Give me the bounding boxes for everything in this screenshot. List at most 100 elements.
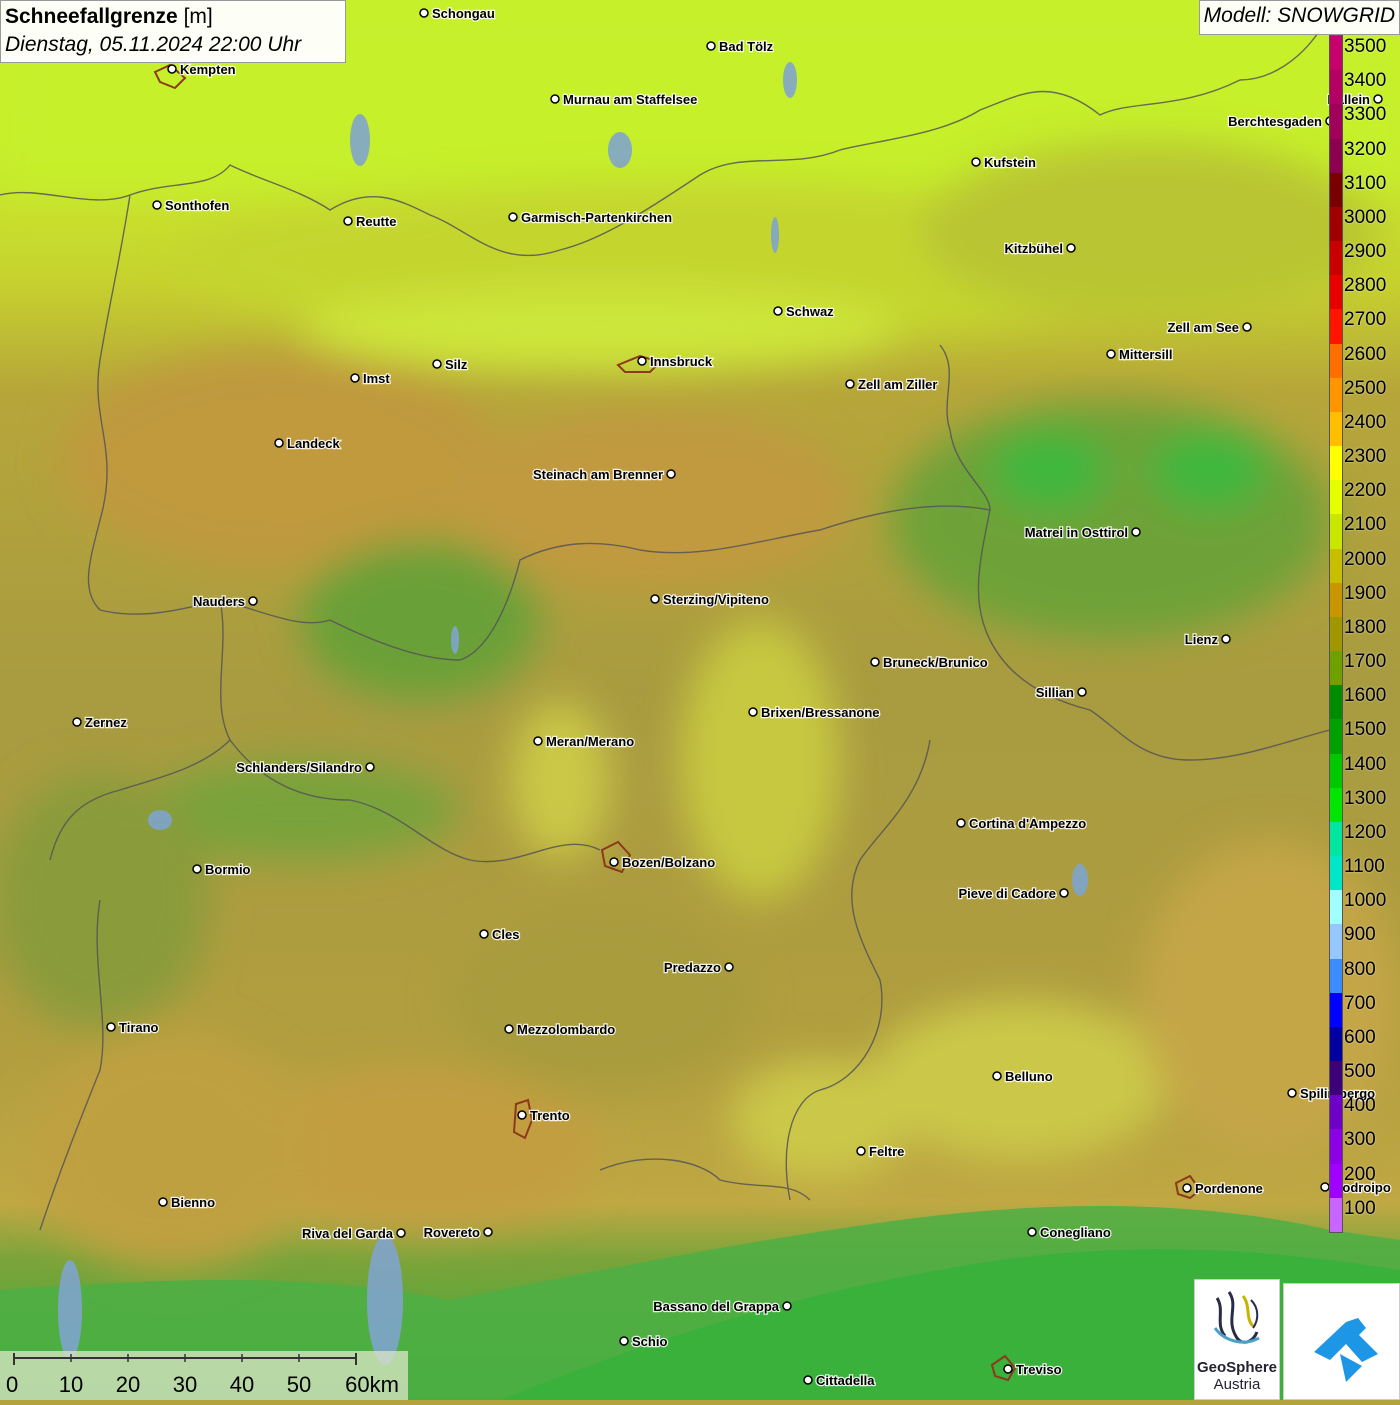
legend-swatch-1900	[1330, 582, 1342, 618]
legend-label-2200: 2200	[1344, 480, 1387, 502]
city-bozen-bolzano[interactable]: Bozen/Bolzano	[609, 854, 716, 871]
legend-label-3500: 3500	[1344, 36, 1387, 57]
legend-swatch-2900	[1330, 241, 1342, 276]
city-matrei-in-osttirol[interactable]: Matrei in Osttirol	[1023, 524, 1141, 541]
legend-swatch-3000	[1330, 206, 1342, 242]
snowfall-map[interactable]: Schongau Kempten Bad Tölz Murnau am Staffel…	[0, 0, 1400, 1400]
city-dot-icon	[343, 216, 353, 226]
legend-swatch-2600	[1330, 343, 1342, 379]
legend-label-200: 200	[1344, 1163, 1376, 1185]
city-dot-icon	[1003, 1364, 1013, 1374]
city-dot-icon	[803, 1375, 813, 1385]
legend-label-600: 600	[1344, 1026, 1376, 1048]
legend-swatch-3200	[1330, 138, 1342, 174]
city-pordenone[interactable]: Pordenone	[1182, 1180, 1264, 1197]
city-label: Tirano	[119, 1020, 159, 1035]
city-sterzing-vipiteno[interactable]: Sterzing/Vipiteno	[650, 591, 770, 608]
city-label: Innsbruck	[650, 354, 713, 369]
snowgrid-app-logo[interactable]	[1283, 1283, 1400, 1400]
legend-label-2500: 2500	[1344, 377, 1387, 399]
geosphere-austria-logo[interactable]: GeoSphere Austria	[1194, 1279, 1280, 1400]
legend-swatch-1700	[1330, 651, 1342, 686]
city-steinach-am-brenner[interactable]: Steinach am Brenner	[532, 466, 676, 483]
city-label: Steinach am Brenner	[533, 467, 663, 482]
legend-label-2400: 2400	[1344, 411, 1387, 433]
city-dot-icon	[396, 1228, 406, 1238]
city-dot-icon	[1059, 888, 1069, 898]
city-dot-icon	[248, 596, 258, 606]
city-dot-icon	[971, 157, 981, 167]
city-murnau-am-staffelsee[interactable]: Murnau am Staffelsee	[550, 91, 699, 108]
city-sonthofen[interactable]: Sonthofen	[152, 197, 231, 214]
color-legend-bar	[1329, 35, 1343, 1233]
city-pieve-di-cadore[interactable]: Pieve di Cadore	[957, 885, 1069, 902]
city-label: Trento	[530, 1108, 570, 1123]
legend-label-3200: 3200	[1344, 138, 1387, 160]
legend-label-1300: 1300	[1344, 787, 1387, 809]
legend-label-1900: 1900	[1344, 582, 1387, 604]
city-label: Bassano del Grappa	[653, 1299, 779, 1314]
city-dot-icon	[479, 929, 489, 939]
city-label: Pieve di Cadore	[958, 886, 1056, 901]
city-innsbruck[interactable]: Innsbruck	[637, 353, 714, 370]
city-conegliano[interactable]: Conegliano	[1027, 1224, 1112, 1241]
legend-label-1700: 1700	[1344, 651, 1387, 673]
city-dot-icon	[782, 1301, 792, 1311]
legend-swatch-400	[1330, 1095, 1342, 1130]
legend-swatch-2200	[1330, 480, 1342, 515]
legend-swatch-1000	[1330, 890, 1342, 925]
legend-label-2700: 2700	[1344, 309, 1387, 331]
legend-label-900: 900	[1344, 924, 1376, 946]
legend-label-2600: 2600	[1344, 343, 1387, 365]
city-meran-merano[interactable]: Meran/Merano	[533, 733, 635, 750]
city-dot-icon	[609, 857, 619, 867]
city-dot-icon	[1242, 322, 1252, 332]
legend-label-2800: 2800	[1344, 275, 1387, 297]
city-label: Garmisch-Partenkirchen	[521, 210, 672, 225]
city-dot-icon	[992, 1071, 1002, 1081]
city-dot-icon	[72, 717, 82, 727]
city-zell-am-ziller[interactable]: Zell am Ziller	[845, 376, 939, 393]
city-dot-icon	[748, 707, 758, 717]
legend-swatch-3400	[1330, 70, 1342, 105]
city-dot-icon	[365, 762, 375, 772]
legend-swatch-2100	[1330, 514, 1342, 550]
city-label: Meran/Merano	[546, 734, 634, 749]
city-label: Reutte	[356, 214, 396, 229]
city-dot-icon	[956, 818, 966, 828]
city-bassano-del-grappa[interactable]: Bassano del Grappa	[652, 1298, 792, 1315]
legend-label-1600: 1600	[1344, 685, 1387, 707]
city-dot-icon	[419, 8, 429, 18]
legend-swatch-900	[1330, 924, 1342, 960]
city-dot-icon	[533, 736, 543, 746]
legend-label-1400: 1400	[1344, 753, 1387, 775]
city-dot-icon	[724, 962, 734, 972]
city-label: Nauders	[193, 594, 245, 609]
city-label: Landeck	[287, 436, 341, 451]
city-dot-icon	[1373, 94, 1383, 104]
city-riva-del-garda[interactable]: Riva del Garda	[301, 1225, 406, 1242]
city-label: Mezzolombardo	[517, 1022, 615, 1037]
city-dot-icon	[650, 594, 660, 604]
city-label: Mittersill	[1119, 347, 1172, 362]
legend-label-2900: 2900	[1344, 241, 1387, 263]
legend-swatch-100	[1330, 1197, 1342, 1233]
city-garmisch-partenkirchen[interactable]: Garmisch-Partenkirchen	[508, 209, 673, 226]
city-berchtesgaden[interactable]: Berchtesgaden	[1227, 113, 1335, 130]
city-zell-am-see[interactable]: Zell am See	[1166, 319, 1252, 336]
city-dot-icon	[517, 1110, 527, 1120]
legend-swatch-2300	[1330, 446, 1342, 481]
city-label: Brixen/Bressanone	[761, 705, 880, 720]
city-cortina-d-ampezzo[interactable]: Cortina d'Ampezzo	[956, 815, 1088, 832]
city-schlanders-silandro[interactable]: Schlanders/Silandro	[235, 759, 375, 776]
scale-tick-label: 10	[58, 1372, 84, 1397]
legend-swatch-2400	[1330, 411, 1342, 447]
city-dot-icon	[1221, 634, 1231, 644]
city-label: Schongau	[432, 6, 495, 21]
city-brixen-bressanone[interactable]: Brixen/Bressanone	[748, 704, 881, 721]
city-mezzolombardo[interactable]: Mezzolombardo	[504, 1021, 617, 1038]
city-bruneck-brunico[interactable]: Bruneck/Brunico	[870, 654, 989, 671]
city-dot-icon	[274, 438, 284, 448]
city-schongau[interactable]: Schongau	[419, 5, 496, 22]
legend-label-3300: 3300	[1344, 104, 1387, 126]
